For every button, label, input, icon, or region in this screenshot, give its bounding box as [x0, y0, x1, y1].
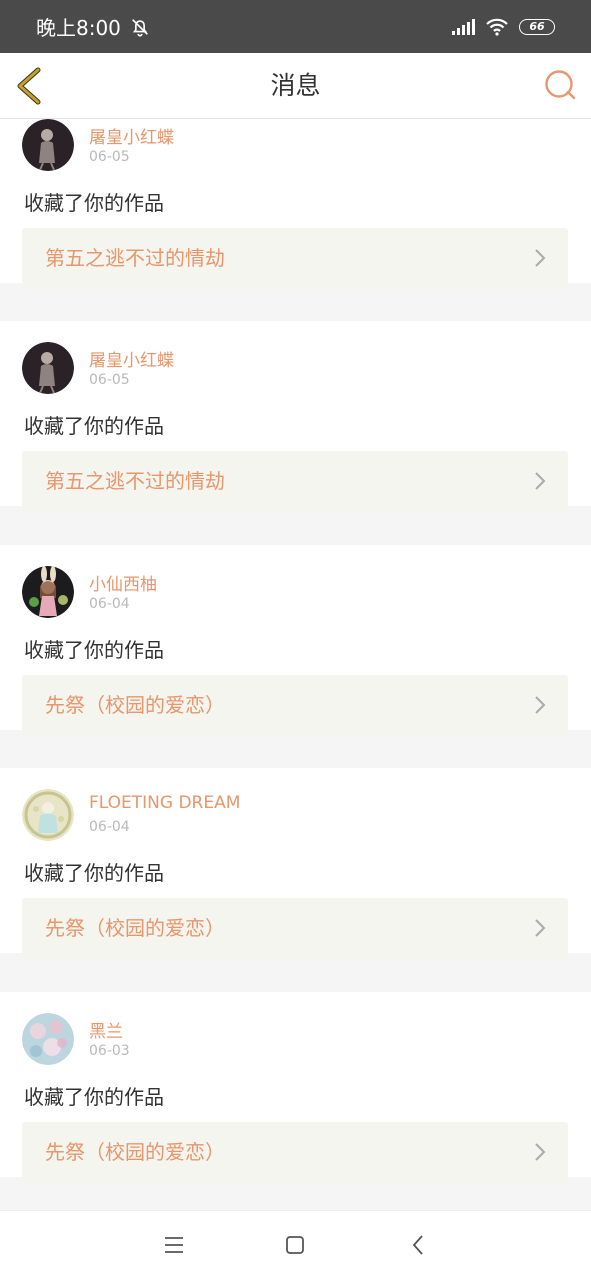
chevron-right-icon — [535, 696, 546, 714]
user-avatar[interactable] — [22, 566, 74, 618]
menu-icon[interactable] — [162, 1233, 186, 1257]
user-name[interactable]: 屠皇小红蝶 — [89, 123, 174, 148]
message-card: FLOETING DREAM 06-04 收藏了你的作品 先祭（校园的爱恋） — [0, 768, 591, 959]
status-time: 晚上8:00 — [36, 16, 121, 40]
user-name[interactable]: 黑兰 — [89, 1017, 123, 1042]
message-card: 屠皇小红蝶 06-05 收藏了你的作品 第五之逃不过的情劫 — [0, 119, 591, 289]
message-action: 收藏了你的作品 — [24, 861, 164, 885]
user-name[interactable]: 小仙西柚 — [89, 570, 157, 595]
work-link[interactable]: 先祭（校园的爱恋） — [22, 675, 568, 736]
header: 消息 — [0, 53, 591, 119]
chevron-right-icon — [535, 919, 546, 937]
work-title: 先祭（校园的爱恋） — [45, 1140, 225, 1164]
user-name[interactable]: 屠皇小红蝶 — [89, 346, 174, 371]
home-square-icon[interactable] — [283, 1233, 307, 1257]
message-action: 收藏了你的作品 — [24, 414, 164, 438]
work-link[interactable]: 先祭（校园的爱恋） — [22, 1122, 568, 1183]
system-nav-bar — [0, 1210, 591, 1280]
signal-icon — [452, 18, 475, 35]
work-title: 先祭（校园的爱恋） — [45, 916, 225, 940]
chevron-right-icon — [535, 472, 546, 490]
message-action: 收藏了你的作品 — [24, 638, 164, 662]
message-date: 06-03 — [89, 1043, 130, 1059]
work-title: 先祭（校园的爱恋） — [45, 693, 225, 717]
battery-level: 66 — [529, 20, 545, 33]
chevron-right-icon — [535, 1143, 546, 1161]
chevron-left-icon[interactable] — [12, 65, 48, 107]
wifi-icon — [486, 18, 508, 36]
message-list[interactable]: 屠皇小红蝶 06-05 收藏了你的作品 第五之逃不过的情劫 屠皇小红蝶 06-0… — [0, 119, 591, 1210]
message-action: 收藏了你的作品 — [24, 191, 164, 215]
message-card: 小仙西柚 06-04 收藏了你的作品 先祭（校园的爱恋） — [0, 545, 591, 736]
message-card: 屠皇小红蝶 06-05 收藏了你的作品 第五之逃不过的情劫 — [0, 321, 591, 512]
work-link[interactable]: 第五之逃不过的情劫 — [22, 228, 568, 289]
user-avatar[interactable] — [22, 1013, 74, 1065]
work-link[interactable]: 先祭（校园的爱恋） — [22, 898, 568, 959]
message-action: 收藏了你的作品 — [24, 1085, 164, 1109]
battery-indicator: 66 — [519, 18, 555, 35]
status-bar: 晚上8:00 66 — [0, 0, 591, 53]
page-title: 消息 — [270, 71, 321, 100]
bell-off-icon — [132, 18, 148, 37]
back-icon[interactable] — [407, 1233, 431, 1257]
work-title: 第五之逃不过的情劫 — [45, 246, 225, 270]
message-card: 黑兰 06-03 收藏了你的作品 先祭（校园的爱恋） — [0, 992, 591, 1183]
message-date: 06-05 — [89, 372, 130, 388]
user-name[interactable]: FLOETING DREAM — [89, 793, 240, 813]
message-date: 06-05 — [89, 149, 130, 165]
message-date: 06-04 — [89, 819, 130, 835]
work-title: 第五之逃不过的情劫 — [45, 469, 225, 493]
work-link[interactable]: 第五之逃不过的情劫 — [22, 451, 568, 512]
status-indicators: 66 — [451, 17, 555, 37]
chevron-right-icon — [535, 249, 546, 267]
user-avatar[interactable] — [22, 789, 74, 841]
user-avatar[interactable] — [22, 119, 74, 171]
user-avatar[interactable] — [22, 342, 74, 394]
chat-bubble-icon[interactable] — [543, 68, 577, 102]
message-date: 06-04 — [89, 596, 130, 612]
